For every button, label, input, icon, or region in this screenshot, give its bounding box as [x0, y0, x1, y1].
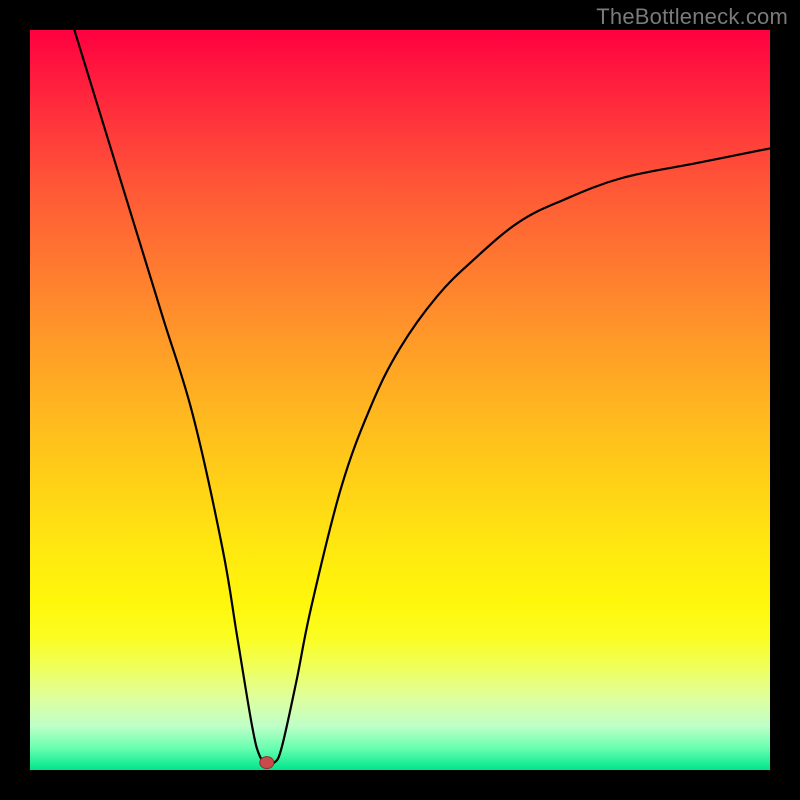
minimum-marker — [260, 757, 274, 769]
watermark-text: TheBottleneck.com — [596, 4, 788, 30]
plot-area — [30, 30, 770, 770]
curve-layer — [30, 30, 770, 770]
bottleneck-curve-path — [74, 30, 770, 764]
chart-frame: TheBottleneck.com — [0, 0, 800, 800]
